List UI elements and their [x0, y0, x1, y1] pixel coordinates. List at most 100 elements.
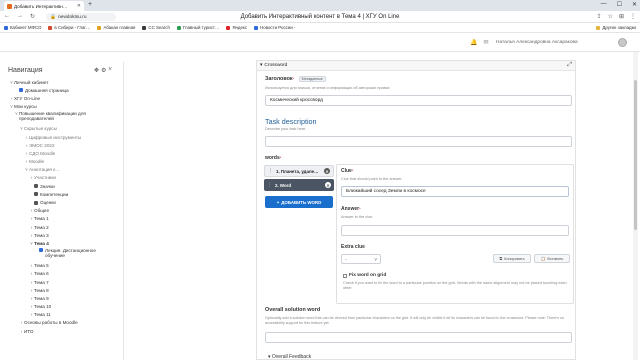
- nav-item[interactable]: › ИТО: [0, 327, 124, 335]
- bookmark-item[interactable]: Яндекс: [226, 25, 247, 30]
- nav-item[interactable]: ˅ Скрытые курсы: [0, 125, 124, 133]
- forward-icon[interactable]: →: [17, 13, 23, 20]
- url-field[interactable]: 🔒 newdoktsu.ru: [46, 13, 116, 21]
- paste-button[interactable]: 📋 Вставить: [534, 254, 570, 263]
- nav-item[interactable]: ˅ Личный кабинет: [0, 78, 124, 86]
- close-window-icon[interactable]: ✕: [632, 1, 637, 8]
- nav-item-label: Тема 2: [34, 224, 49, 230]
- bookmark-item[interactable]: CC Search: [142, 25, 170, 30]
- nav-item[interactable]: Домашняя страница: [0, 86, 124, 94]
- nav-item[interactable]: Оценки: [0, 198, 124, 206]
- answer-input[interactable]: [341, 225, 569, 236]
- gear-icon[interactable]: ⚙: [101, 67, 106, 74]
- browser-tab-active[interactable]: Добавить Интерактивн… ✕: [4, 1, 84, 11]
- nav-item[interactable]: › Тема 8: [0, 286, 124, 294]
- fix-word-checkbox[interactable]: [343, 273, 347, 278]
- copy-button[interactable]: ⧉ Копировать: [493, 254, 531, 263]
- bookmark-favicon-icon: [254, 25, 259, 30]
- star-icon[interactable]: ☆: [608, 13, 613, 20]
- nav-item[interactable]: › Moodle: [0, 158, 124, 166]
- lock-icon: 🔒: [50, 14, 56, 20]
- messages-icon[interactable]: ✉: [483, 39, 488, 46]
- user-name[interactable]: Наталья Александровна Аксаракова: [496, 40, 578, 45]
- metadata-badge[interactable]: Метаданные: [298, 76, 326, 82]
- nav-item[interactable]: ˅ Аннотация к…: [0, 166, 124, 174]
- add-word-button[interactable]: + ДОБАВИТЬ WORD: [265, 196, 333, 208]
- nav-item[interactable]: Лекция. Дистанционное обучение: [0, 247, 124, 262]
- bookmark-item[interactable]: Кабинет МФСО: [4, 25, 41, 30]
- bookmark-item[interactable]: Главный турист…: [176, 25, 219, 30]
- nav-item[interactable]: › СДО Moodle: [0, 149, 124, 157]
- fullscreen-icon[interactable]: ⤢: [567, 62, 572, 69]
- nav-item-label: ИТО: [24, 328, 34, 334]
- answer-label: Answer: [341, 206, 360, 212]
- nav-item[interactable]: ˅ Мои курсы: [0, 103, 124, 111]
- nav-item[interactable]: › ЭМОС 2022: [0, 141, 124, 149]
- add-word-label: ДОБАВИТЬ WORD: [281, 199, 322, 205]
- nav-item-label: Лекция. Дистанционное обучение: [45, 247, 96, 258]
- bookmark-item[interactable]: в Сибири - Глаг…: [48, 25, 90, 30]
- nav-item[interactable]: › Тема 3: [0, 231, 124, 239]
- maximize-icon[interactable]: ☐: [617, 1, 622, 8]
- nav-item[interactable]: ˅ Тема 4: [0, 239, 124, 247]
- chevron-down-icon[interactable]: ˅: [108, 67, 112, 74]
- bookmark-item[interactable]: Абакан главная: [97, 25, 135, 30]
- nav-item[interactable]: › Тема 2: [0, 223, 124, 231]
- paste-icon: 📋: [540, 257, 546, 261]
- new-tab-button[interactable]: +: [88, 1, 92, 8]
- overall-feedback-label: Overall Feedback: [271, 354, 312, 360]
- other-bookmarks[interactable]: Другие закладки: [596, 25, 636, 30]
- extra-clue-value: -: [345, 256, 347, 262]
- overall-solution-input[interactable]: [265, 332, 572, 343]
- clue-input[interactable]: Ближайший сосед Земли в космосе: [341, 186, 569, 197]
- nav-item[interactable]: Компетенции: [0, 190, 124, 198]
- answer-label-row: Answer*: [341, 206, 361, 212]
- overall-feedback-toggle[interactable]: ▾ Overall Feedback: [268, 354, 311, 360]
- scrollbar-thumb[interactable]: [634, 80, 637, 230]
- word-item-selected[interactable]: ⋮ 2. Word ✕: [264, 179, 334, 191]
- chevron-down-icon: ▾: [268, 354, 271, 360]
- task-description-input[interactable]: [265, 136, 572, 147]
- extra-clue-select[interactable]: - ˅: [341, 254, 381, 264]
- bookmark-item[interactable]: Новости России -: [254, 25, 295, 30]
- nav-item[interactable]: Значки: [0, 182, 124, 190]
- paste-label: Вставить: [547, 256, 564, 261]
- nav-item-label: Мои курсы: [14, 104, 37, 110]
- menu-icon[interactable]: ⋮: [630, 13, 636, 20]
- nav-item[interactable]: › Цифровые инструменты: [0, 133, 124, 141]
- nav-item-label: Тема 7: [34, 279, 49, 285]
- reload-icon[interactable]: ↻: [30, 13, 35, 20]
- minimize-icon[interactable]: —: [601, 1, 607, 8]
- nav-item-label: Тема 1: [34, 216, 49, 222]
- share-icon[interactable]: ⇪: [597, 13, 602, 20]
- close-tab-icon[interactable]: ✕: [77, 3, 81, 9]
- nav-item[interactable]: › Участники: [0, 174, 124, 182]
- nav-item[interactable]: › Основы работы в Moodle: [0, 319, 124, 327]
- drawer-controls: ✥ ⚙ ˅: [94, 67, 112, 74]
- back-icon[interactable]: ←: [4, 13, 10, 20]
- nav-item[interactable]: › Общее: [0, 207, 124, 215]
- chevron-down-icon[interactable]: ▾: [260, 63, 262, 68]
- other-bookmarks-label: Другие закладки: [602, 25, 636, 30]
- nav-item[interactable]: › Тема 7: [0, 278, 124, 286]
- notification-bell-icon[interactable]: 🔔: [470, 39, 477, 46]
- fix-word-label[interactable]: Fix word on grid: [349, 273, 386, 278]
- nav-item[interactable]: › Тема 10: [0, 303, 124, 311]
- delete-word-icon[interactable]: ✕: [324, 168, 330, 174]
- delete-word-icon[interactable]: ✕: [325, 182, 331, 188]
- extensions-icon[interactable]: ⊞: [619, 13, 624, 20]
- nav-item[interactable]: › ХГУ On-Line: [0, 94, 124, 102]
- nav-item[interactable]: ˅ Повышение квалификации для преподавател…: [0, 111, 124, 125]
- heading-input[interactable]: Космический кроссворд: [265, 95, 572, 106]
- nav-item-label: Цифровые инструменты: [29, 134, 82, 140]
- bookmark-label: CC Search: [148, 25, 170, 30]
- nav-item[interactable]: › Тема 5: [0, 262, 124, 270]
- move-icon[interactable]: ✥: [94, 67, 99, 74]
- avatar[interactable]: [618, 38, 627, 47]
- nav-item[interactable]: › Тема 9: [0, 294, 124, 302]
- nav-item[interactable]: › Тема 11: [0, 311, 124, 319]
- nav-item[interactable]: › Тема 1: [0, 215, 124, 223]
- nav-item[interactable]: › Тема 6: [0, 270, 124, 278]
- section-header: ▾ Crossword: [260, 63, 287, 68]
- word-item[interactable]: ⋮ 1. Планета, удале… ✕: [264, 165, 334, 177]
